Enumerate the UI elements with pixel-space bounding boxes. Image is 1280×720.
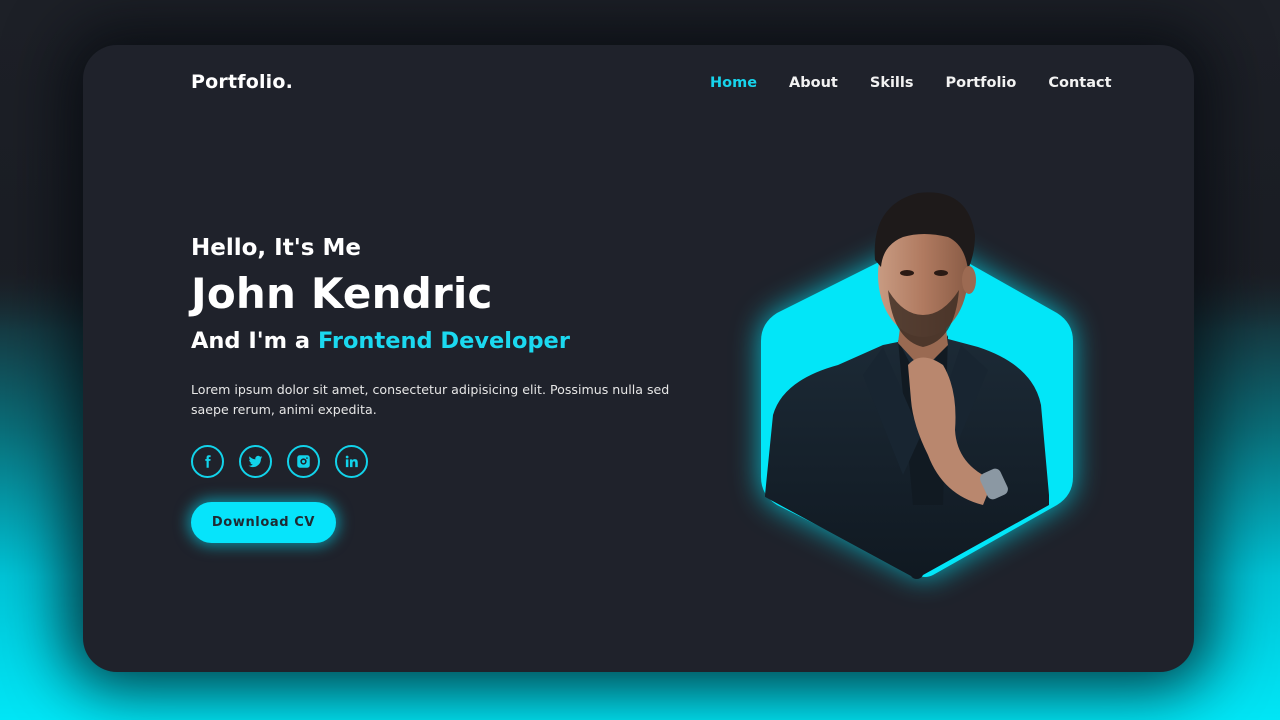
social-links: [191, 445, 671, 478]
role-prefix: And I'm a: [191, 328, 318, 354]
portrait: [743, 175, 1103, 615]
nav-about[interactable]: About: [789, 75, 838, 91]
logo[interactable]: Portfolio.: [191, 71, 293, 93]
facebook-icon: [205, 455, 211, 468]
download-cv-button[interactable]: Download CV: [191, 502, 336, 543]
main-nav: Home About Skills Portfolio Contact: [710, 75, 1112, 91]
nav-contact[interactable]: Contact: [1048, 75, 1111, 91]
hero-description: Lorem ipsum dolor sit amet, consectetur …: [191, 382, 670, 417]
nav-portfolio[interactable]: Portfolio: [946, 75, 1017, 91]
nav-skills[interactable]: Skills: [870, 75, 914, 91]
linkedin-link[interactable]: [335, 445, 368, 478]
greeting: Hello, It's Me: [191, 235, 361, 261]
hero-name: John Kendric: [191, 269, 493, 318]
nav-home[interactable]: Home: [710, 75, 757, 91]
person-photo: [765, 192, 1049, 579]
twitter-link[interactable]: [239, 445, 272, 478]
twitter-icon: [248, 455, 263, 468]
hero-section: Hello, It's Me John Kendric And I'm a Fr…: [191, 235, 671, 543]
instagram-icon: [297, 455, 310, 468]
hero-role: And I'm a Frontend Developer: [191, 328, 671, 354]
instagram-link[interactable]: [287, 445, 320, 478]
role-highlight: Frontend Developer: [317, 328, 570, 354]
linkedin-icon: [345, 455, 358, 468]
facebook-link[interactable]: [191, 445, 224, 478]
portfolio-card: Portfolio. Home About Skills Portfolio C…: [83, 45, 1194, 672]
